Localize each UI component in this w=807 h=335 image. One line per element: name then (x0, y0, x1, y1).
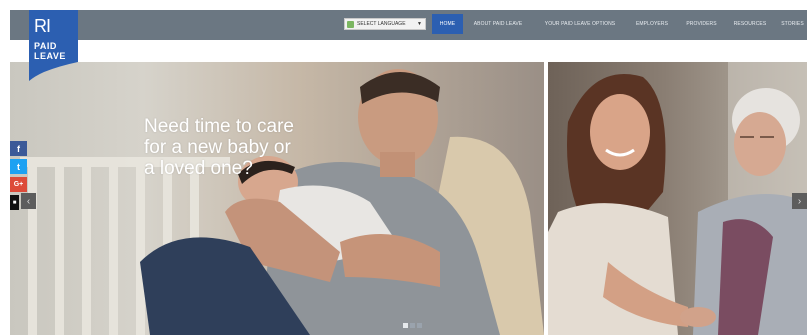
logo-leave-text: LEAVE (34, 51, 66, 61)
nav-your-paid-leave-options[interactable]: YOUR PAID LEAVE OPTIONS (537, 14, 623, 34)
hero-image-daughter-with-mother (548, 62, 807, 335)
chevron-left-icon: ‹ (26, 195, 31, 207)
hero-illustration-right (548, 62, 807, 335)
email-share-button[interactable]: ■ (10, 195, 19, 210)
logo-paid-text: PAID (34, 41, 57, 51)
nav-about-paid-leave[interactable]: ABOUT PAID LEAVE (466, 14, 530, 34)
slider-dot-2[interactable] (410, 323, 415, 328)
nav-stories[interactable]: STORIES (778, 14, 807, 34)
slider-next-button[interactable]: › (792, 193, 807, 209)
facebook-icon: f (17, 143, 20, 154)
nav-home[interactable]: HOME (432, 14, 463, 34)
twitter-share-button[interactable]: t (10, 159, 27, 174)
facebook-share-button[interactable]: f (10, 141, 27, 156)
slider-pagination (403, 323, 422, 328)
chevron-down-icon: ▼ (417, 21, 422, 27)
hero-headline-line-2: for a new baby or (144, 137, 291, 158)
nav-employers[interactable]: EMPLOYERS (630, 14, 674, 34)
chevron-right-icon: › (797, 195, 802, 207)
googleplus-share-button[interactable]: G+ (10, 177, 27, 192)
hero-headline: Need time to care for a new baby or a lo… (144, 116, 344, 179)
select-language-label: SELECT LANGUAGE (357, 21, 406, 27)
googleplus-icon: G+ (13, 181, 24, 188)
slider-dot-1[interactable] (403, 323, 408, 328)
translate-icon (347, 20, 354, 28)
twitter-icon: t (17, 161, 20, 172)
hero-headline-line-3: a loved one? (144, 158, 253, 179)
hero-illustration-left (20, 69, 544, 335)
logo-ri-text: RI (34, 16, 51, 36)
hero-headline-line-1: Need time to care (144, 116, 294, 137)
ri-paid-leave-logo[interactable]: RI PAID LEAVE (29, 10, 78, 81)
hero-image-father-with-baby (10, 62, 544, 335)
nav-resources[interactable]: RESOURCES (728, 14, 772, 34)
email-icon: ■ (12, 199, 17, 206)
slider-prev-button[interactable]: ‹ (21, 193, 36, 209)
nav-providers[interactable]: PROVIDERS (681, 14, 722, 34)
slider-dot-3[interactable] (417, 323, 422, 328)
select-language-dropdown[interactable]: SELECT LANGUAGE ▼ (344, 18, 426, 30)
